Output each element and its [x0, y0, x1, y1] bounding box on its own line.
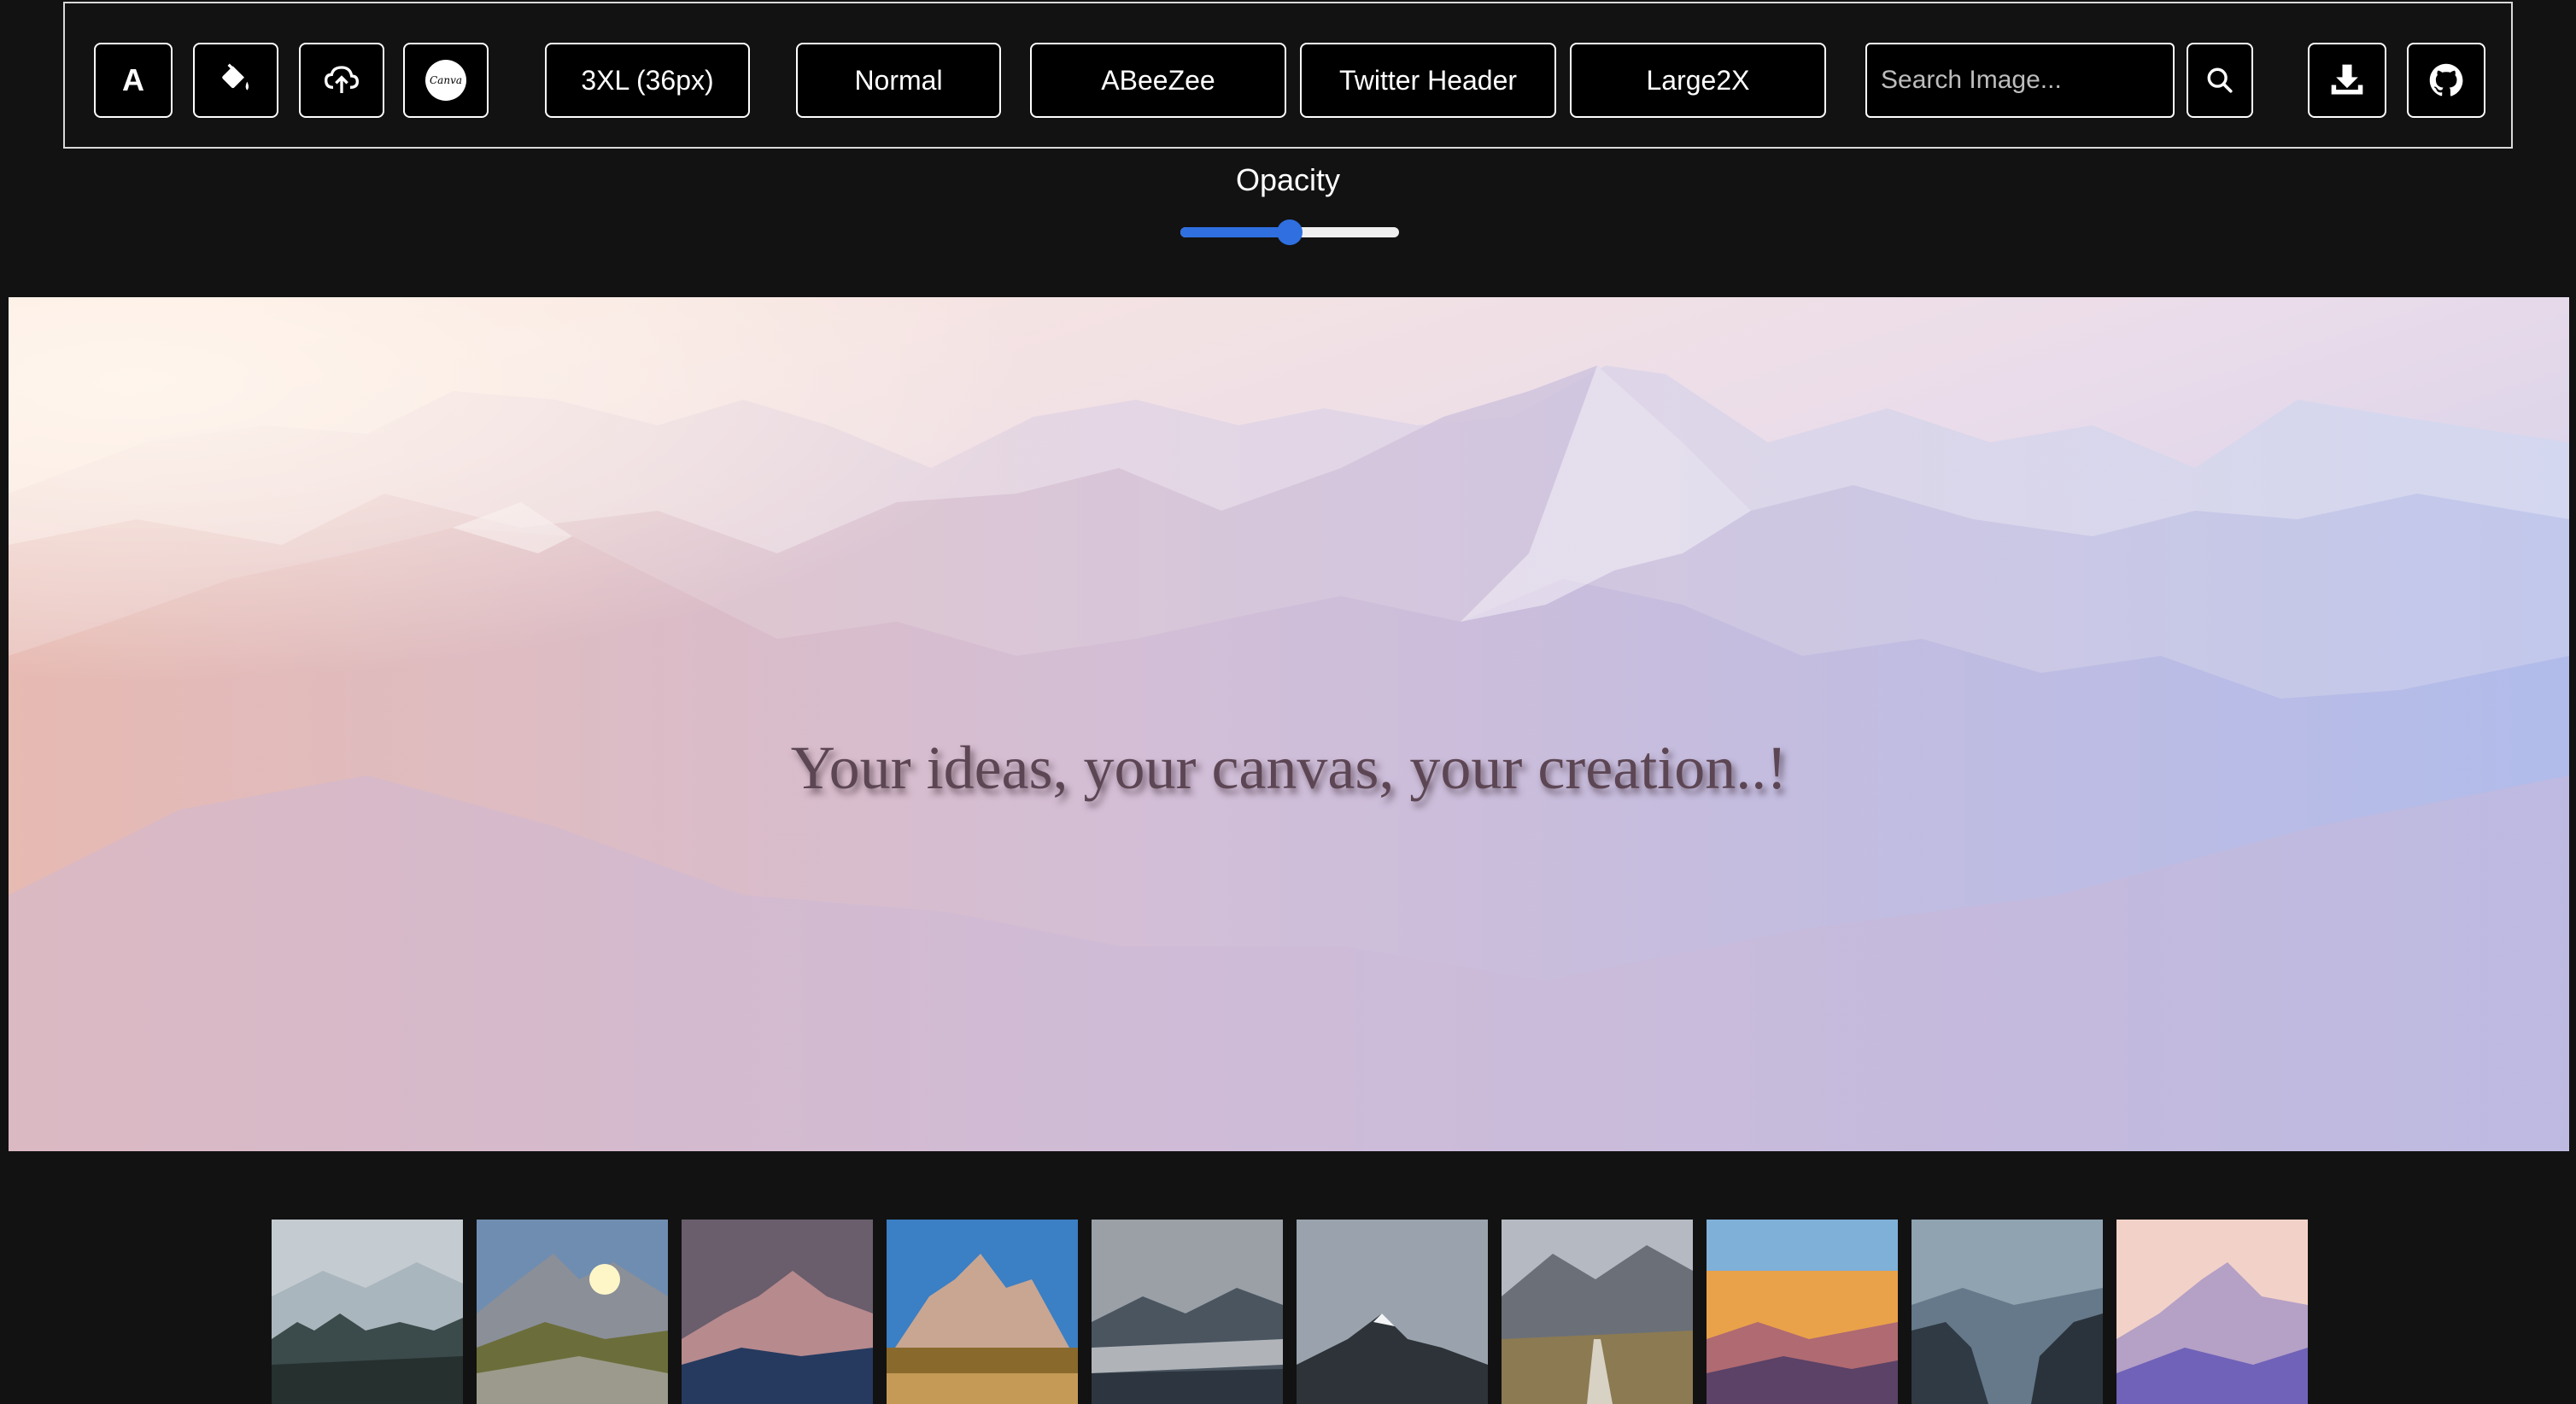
thumbnail-image [1092, 1220, 1283, 1404]
thumbnail-image [1502, 1220, 1693, 1404]
thumbnail-image [1297, 1220, 1488, 1404]
download-icon [2328, 61, 2366, 99]
download-button[interactable] [2308, 43, 2386, 118]
opacity-label: Opacity [1235, 162, 1341, 197]
fill-color-button[interactable] [193, 43, 278, 118]
thumbnail-9[interactable] [1912, 1220, 2103, 1404]
mountain-background-image [9, 297, 2569, 1151]
cloud-upload-icon [323, 63, 360, 97]
image-quality-label: Large2X [1646, 64, 1750, 96]
thumbnail-8[interactable] [1707, 1220, 1898, 1404]
canvas-preset-dropdown[interactable]: Twitter Header [1300, 43, 1556, 118]
text-tool-label: A [122, 62, 144, 97]
text-tool-button[interactable]: A [94, 43, 173, 118]
font-family-dropdown[interactable]: ABeeZee [1030, 43, 1286, 118]
font-size-label: 3XL (36px) [581, 64, 714, 96]
design-canvas[interactable]: Your ideas, your canvas, your creation..… [9, 297, 2569, 1151]
search-button[interactable] [2187, 43, 2253, 118]
thumbnail-7[interactable] [1502, 1220, 1693, 1404]
thumbnail-10[interactable] [2116, 1220, 2308, 1404]
thumbnail-1[interactable] [272, 1220, 463, 1404]
opacity-slider[interactable] [1180, 219, 1399, 245]
font-weight-dropdown[interactable]: Normal [796, 43, 1001, 118]
font-size-dropdown[interactable]: 3XL (36px) [545, 43, 750, 118]
opacity-slider-thumb[interactable] [1277, 219, 1303, 245]
canvas-headline-text[interactable]: Your ideas, your canvas, your creation..… [9, 733, 2569, 804]
thumbnail-image [2116, 1220, 2308, 1404]
thumbnail-image [272, 1220, 463, 1404]
thumbnail-4[interactable] [887, 1220, 1078, 1404]
search-image-input[interactable] [1865, 43, 2175, 118]
thumbnail-5[interactable] [1092, 1220, 1283, 1404]
canva-logo-icon: Canva [425, 60, 466, 101]
github-icon [2427, 61, 2465, 99]
thumbnail-image [887, 1220, 1078, 1404]
image-quality-dropdown[interactable]: Large2X [1570, 43, 1826, 118]
github-button[interactable] [2407, 43, 2485, 118]
font-family-label: ABeeZee [1101, 64, 1215, 96]
toolbar: A Canva 3XL (36px) Normal ABeeZee Twitte… [63, 2, 2513, 149]
search-icon [2205, 66, 2234, 95]
opacity-slider-fill [1180, 227, 1290, 237]
thumbnail-6[interactable] [1297, 1220, 1488, 1404]
upload-button[interactable] [299, 43, 384, 118]
thumbnail-image [1912, 1220, 2103, 1404]
thumbnail-2[interactable] [477, 1220, 668, 1404]
canva-button[interactable]: Canva [403, 43, 489, 118]
thumbnail-image [477, 1220, 668, 1404]
font-weight-label: Normal [854, 64, 943, 96]
canvas-preset-label: Twitter Header [1338, 64, 1518, 96]
thumbnail-image [1707, 1220, 1898, 1404]
paint-bucket-icon [219, 63, 253, 97]
thumbnail-3[interactable] [682, 1220, 873, 1404]
thumbnail-image [682, 1220, 873, 1404]
